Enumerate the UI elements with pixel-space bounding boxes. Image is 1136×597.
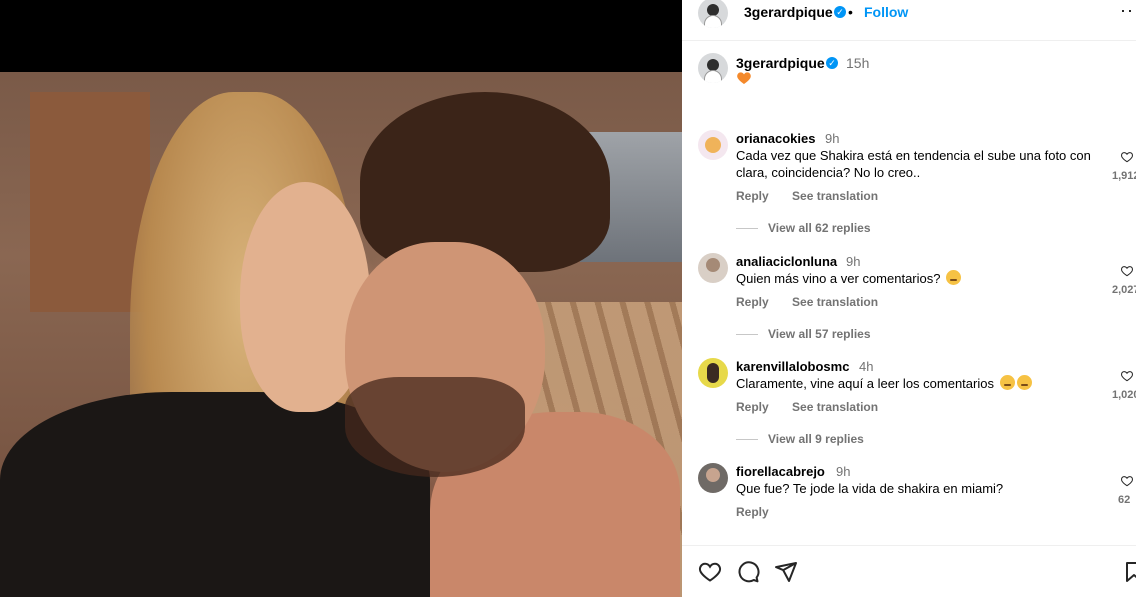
view-replies-button[interactable]: View all 62 replies [736, 221, 871, 235]
post-side-panel: 3gerardpique ✓ • Follow ··· 3gerardpique… [682, 0, 1136, 597]
comment-actions: Reply [736, 505, 789, 519]
more-options-icon[interactable]: ··· [1120, 0, 1136, 21]
comment-time[interactable]: 4h [859, 359, 873, 374]
emoji-icon [946, 270, 962, 285]
comment-text-content: Quien más vino a ver comentarios? [736, 271, 941, 286]
author-avatar[interactable] [698, 0, 728, 28]
follow-button[interactable]: Follow [864, 4, 908, 20]
comment-actions: Reply See translation [736, 189, 898, 203]
post-photo [0, 72, 682, 597]
avatar-face-shape [706, 258, 720, 272]
comment-actions: Reply See translation [736, 400, 898, 414]
emoji-icon [1016, 375, 1032, 390]
caption-author-username[interactable]: 3gerardpique [736, 55, 825, 71]
comment-text: Cada vez que Shakira está en tendencia e… [736, 148, 1091, 180]
see-translation-button[interactable]: See translation [792, 295, 878, 309]
comment-like-icon[interactable] [1120, 369, 1134, 383]
view-replies-button[interactable]: View all 9 replies [736, 432, 864, 446]
orange-heart-icon [737, 72, 751, 84]
comment-time[interactable]: 9h [836, 464, 850, 479]
verified-icon: ✓ [826, 57, 838, 69]
avatar-cookie-shape [705, 137, 721, 153]
avatar-body [704, 70, 722, 83]
verified-icon: ✓ [834, 6, 846, 18]
comment-like-icon[interactable] [1120, 474, 1134, 488]
post-actions-bar [682, 545, 1136, 597]
view-replies-label: View all 62 replies [768, 221, 871, 235]
comment-text-content: Claramente, vine aquí a leer los comenta… [736, 376, 994, 391]
avatar-body [704, 15, 722, 28]
commenter-avatar[interactable] [698, 130, 728, 160]
commenter-username[interactable]: orianacokies [736, 131, 816, 146]
comment-like-icon[interactable] [1120, 264, 1134, 278]
avatar-figure-shape [707, 363, 719, 383]
see-translation-button[interactable]: See translation [792, 189, 878, 203]
replies-divider [736, 334, 758, 336]
comment-actions: Reply See translation [736, 295, 898, 309]
commenter-username[interactable]: fiorellacabrejo [736, 464, 825, 479]
commenter-avatar[interactable] [698, 253, 728, 283]
heart-icon[interactable] [698, 560, 722, 584]
comment-text: Que fue? Te jode la vida de shakira en m… [736, 481, 1004, 496]
comment-like-icon[interactable] [1120, 150, 1134, 164]
share-icon[interactable] [774, 560, 798, 584]
replies-divider [736, 228, 758, 230]
caption-author-avatar[interactable] [698, 53, 728, 83]
view-replies-label: View all 57 replies [768, 327, 871, 341]
post-header: 3gerardpique ✓ • Follow ··· [682, 0, 1136, 41]
comment-like-count: 62 [1118, 494, 1131, 506]
reply-button[interactable]: Reply [736, 400, 769, 414]
comment-like-count: 1,912 [1112, 170, 1136, 182]
commenter-avatar[interactable] [698, 358, 728, 388]
comment-text: Quien más vino a ver comentarios? [736, 270, 1114, 287]
avatar-face-shape [706, 468, 720, 482]
commenter-avatar[interactable] [698, 463, 728, 493]
separator-dot: • [848, 4, 853, 20]
comment-text: Claramente, vine aquí a leer los comenta… [736, 375, 1114, 392]
reply-button[interactable]: Reply [736, 505, 769, 519]
emoji-icon [999, 375, 1015, 390]
reply-button[interactable]: Reply [736, 189, 769, 203]
commenter-username[interactable]: analiaciclonluna [736, 254, 837, 269]
comment-time[interactable]: 9h [825, 131, 839, 146]
reply-button[interactable]: Reply [736, 295, 769, 309]
comment-like-count: 2,027 [1112, 284, 1136, 296]
author-username[interactable]: 3gerardpique [744, 4, 833, 20]
view-replies-button[interactable]: View all 57 replies [736, 327, 871, 341]
bookmark-icon[interactable] [1122, 560, 1136, 584]
photo-hair-right [360, 92, 610, 272]
photo-beard [345, 377, 525, 477]
post-media[interactable] [0, 0, 682, 597]
comment-like-count: 1,020 [1112, 389, 1136, 401]
caption-timestamp[interactable]: 15h [846, 55, 869, 71]
comment-time[interactable]: 9h [846, 254, 860, 269]
view-replies-label: View all 9 replies [768, 432, 864, 446]
commenter-username[interactable]: karenvillalobosmc [736, 359, 849, 374]
comment-icon[interactable] [736, 560, 760, 584]
see-translation-button[interactable]: See translation [792, 400, 878, 414]
replies-divider [736, 439, 758, 441]
